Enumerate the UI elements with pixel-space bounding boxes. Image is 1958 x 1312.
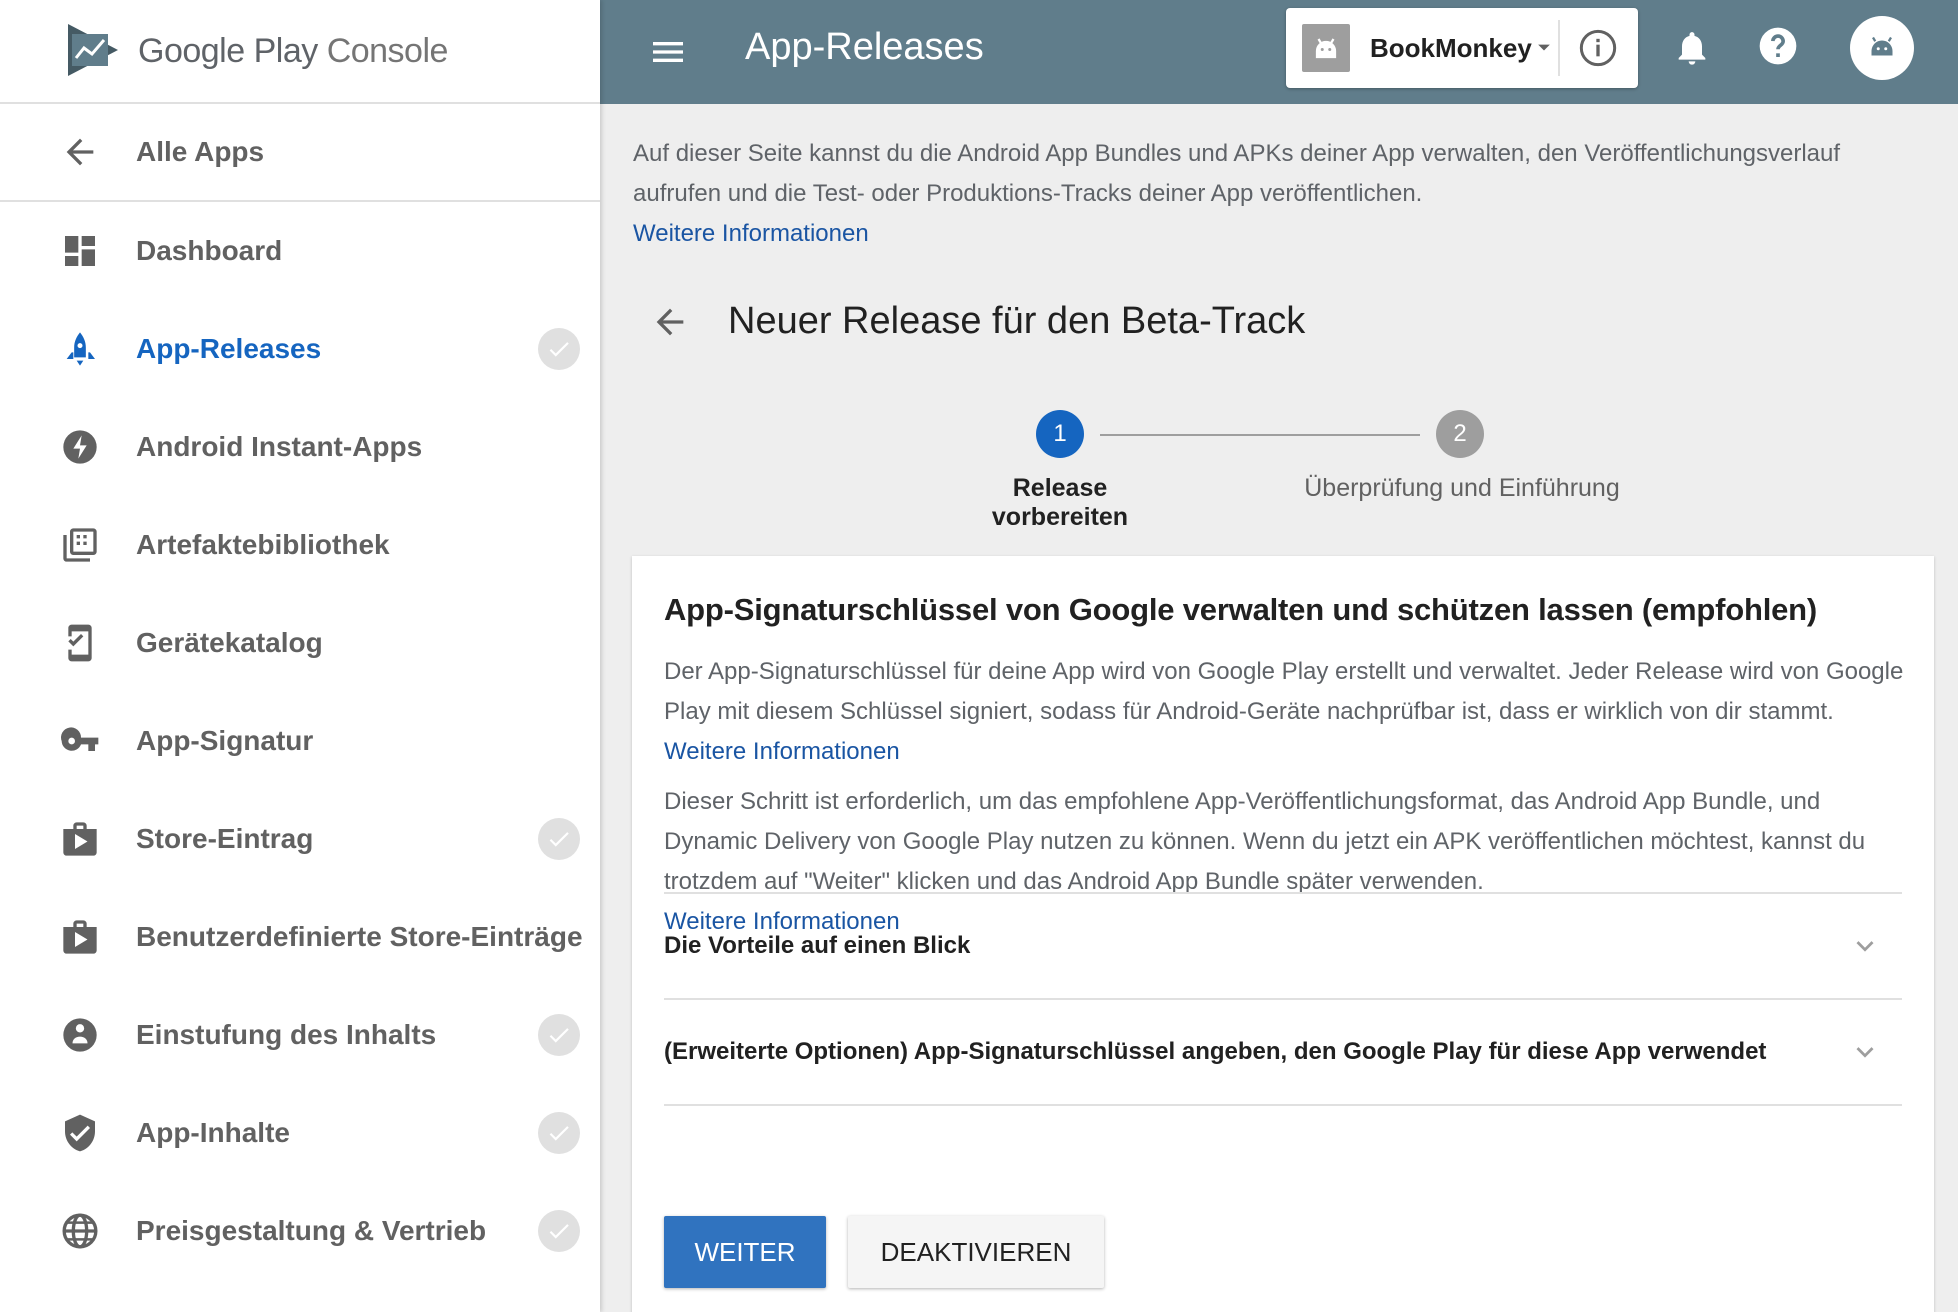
sidebar-item-label: App-Signatur	[136, 725, 314, 756]
page-intro: Auf dieser Seite kannst du die Android A…	[633, 134, 1893, 254]
library-icon	[60, 525, 100, 565]
shield-icon	[60, 1113, 100, 1153]
chevron-down-icon	[1537, 44, 1550, 51]
check-icon	[538, 1210, 580, 1252]
divider	[664, 1104, 1902, 1106]
bolt-icon	[60, 427, 100, 467]
sidebar-item-label: Einstufung des Inhalts	[136, 1019, 437, 1050]
step-2-label: Überprüfung und Einführung	[1304, 474, 1620, 502]
card-paragraph-2-text: Dieser Schritt ist erforderlich, um das …	[664, 788, 1866, 895]
deactivate-button[interactable]: DEAKTIVIEREN	[848, 1216, 1104, 1288]
sidebar-item-label: Preisgestaltung & Vertrieb	[136, 1215, 487, 1246]
sidebar-item-label: App-Inhalte	[136, 1117, 290, 1148]
sidebar-item-app-content[interactable]: App-Inhalte	[0, 1084, 600, 1182]
brand-google-play: Google Play	[138, 31, 318, 70]
sidebar-item-label: Benutzerdefinierte Store-Einträge	[136, 921, 583, 952]
info-icon[interactable]	[1578, 28, 1618, 68]
sidebar-item-pricing-distribution[interactable]: Preisgestaltung & Vertrieb	[0, 1182, 600, 1280]
rocket-icon	[60, 329, 100, 369]
sidebar-item-label: Dashboard	[136, 235, 283, 266]
sidebar-item-store-listing[interactable]: Store-Eintrag	[0, 790, 600, 888]
top-app-bar: App-Releases BookMonkey	[600, 0, 1958, 104]
sidebar-item-label: Store-Eintrag	[136, 823, 314, 854]
sidebar-item-label: Gerätekatalog	[136, 627, 323, 658]
step-1-indicator: 1	[1036, 410, 1084, 458]
intro-text: Auf dieser Seite kannst du die Android A…	[633, 140, 1841, 207]
benefits-accordion[interactable]: Die Vorteile auf einen Blick	[664, 894, 1902, 998]
device-catalog-icon	[60, 623, 100, 663]
benefits-accordion-label: Die Vorteile auf einen Blick	[664, 932, 971, 959]
sidebar-item-label: Android Instant-Apps	[136, 431, 423, 462]
help-icon[interactable]	[1756, 24, 1800, 68]
sidebar-item-app-signing[interactable]: App-Signatur	[0, 692, 600, 790]
key-icon	[60, 721, 100, 761]
brand[interactable]: Google Play Console	[0, 0, 600, 104]
release-title: Neuer Release für den Beta-Track	[728, 300, 1306, 342]
arrow-back-icon[interactable]	[650, 302, 690, 342]
step-1-label: Release vorbereiten	[991, 474, 1129, 531]
card-title: App-Signaturschlüssel von Google verwalt…	[664, 592, 1818, 627]
page-title: App-Releases	[745, 26, 984, 68]
continue-button[interactable]: WEITER	[664, 1216, 826, 1288]
all-apps-link[interactable]: Alle Apps	[0, 104, 600, 202]
chevron-down-icon	[1856, 941, 1874, 952]
store-icon	[60, 917, 100, 957]
step-2-indicator: 2	[1436, 410, 1484, 458]
app-name: BookMonkey	[1370, 32, 1532, 63]
check-icon	[538, 328, 580, 370]
check-icon	[538, 1014, 580, 1056]
store-icon	[60, 819, 100, 859]
account-avatar[interactable]	[1850, 16, 1914, 80]
sidebar-item-app-releases[interactable]: App-Releases	[0, 300, 600, 398]
globe-icon	[60, 1211, 100, 1251]
sidebar: Google Play Console Alle Apps Dashboard …	[0, 0, 600, 1312]
android-app-icon	[1302, 24, 1350, 72]
check-icon	[538, 1112, 580, 1154]
card-paragraph-1: Der App-Signaturschlüssel für deine App …	[664, 652, 1914, 772]
advanced-options-accordion[interactable]: (Erweiterte Optionen) App-Signaturschlüs…	[664, 1000, 1902, 1104]
sidebar-item-artifact-library[interactable]: Artefaktebibliothek	[0, 496, 600, 594]
app-signing-card: App-Signaturschlüssel von Google verwalt…	[632, 556, 1934, 1312]
dashboard-icon	[60, 231, 100, 271]
card-paragraph-1-text: Der App-Signaturschlüssel für deine App …	[664, 658, 1904, 725]
sidebar-item-instant-apps[interactable]: Android Instant-Apps	[0, 398, 600, 496]
menu-icon[interactable]	[648, 32, 688, 72]
card-learn-more-link-1[interactable]: Weitere Informationen	[664, 738, 900, 765]
separator	[1558, 20, 1560, 76]
app-selector[interactable]: BookMonkey	[1286, 8, 1638, 88]
brand-title: Google Play Console	[138, 32, 448, 71]
sidebar-item-device-catalog[interactable]: Gerätekatalog	[0, 594, 600, 692]
release-stepper: 1 2 Release vorbereiten Überprüfung und …	[600, 404, 1958, 534]
play-console-logo-icon	[68, 24, 118, 76]
release-header: Neuer Release für den Beta-Track	[650, 300, 1305, 343]
rating-icon	[60, 1015, 100, 1055]
arrow-back-icon	[66, 138, 94, 166]
sidebar-item-custom-store-listings[interactable]: Benutzerdefinierte Store-Einträge	[0, 888, 600, 986]
main-content: Auf dieser Seite kannst du die Android A…	[600, 104, 1958, 1312]
step-connector	[1100, 434, 1420, 436]
sidebar-item-dashboard[interactable]: Dashboard	[0, 202, 600, 300]
chevron-down-icon	[1856, 1047, 1874, 1058]
brand-console: Console	[326, 31, 449, 70]
android-avatar-icon	[1871, 36, 1893, 56]
intro-learn-more-link[interactable]: Weitere Informationen	[633, 214, 1893, 254]
sidebar-item-label: Artefaktebibliothek	[136, 529, 390, 560]
advanced-options-accordion-label: (Erweiterte Optionen) App-Signaturschlüs…	[664, 1038, 1767, 1065]
sidebar-item-content-rating[interactable]: Einstufung des Inhalts	[0, 986, 600, 1084]
check-icon	[538, 818, 580, 860]
sidebar-item-label: App-Releases	[136, 333, 322, 364]
notifications-bell-icon[interactable]	[1672, 26, 1712, 70]
all-apps-label: Alle Apps	[136, 136, 265, 167]
